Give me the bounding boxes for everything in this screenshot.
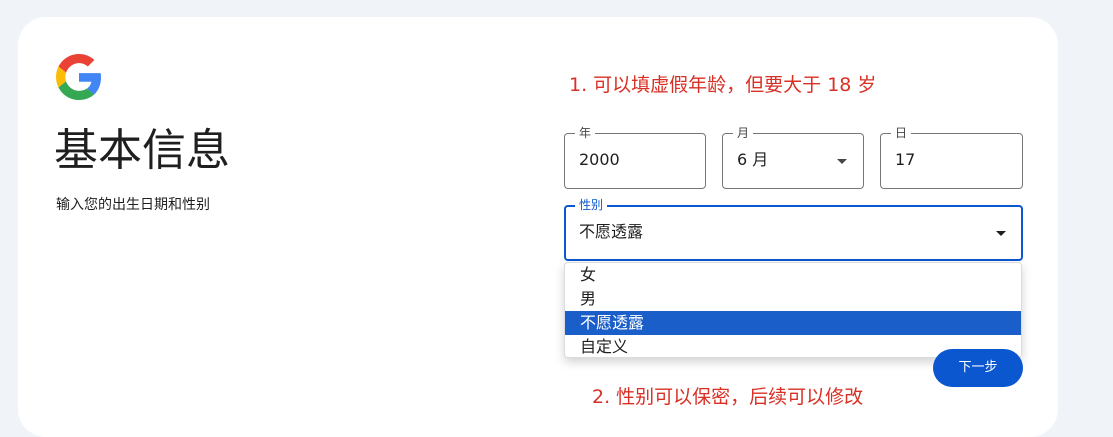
page-subtitle: 输入您的出生日期和性别 <box>56 197 210 213</box>
month-select-value: 6 月 <box>737 150 769 169</box>
gender-dropdown-menu: 女 男 不愿透露 自定义 <box>564 262 1022 358</box>
day-field-value: 17 <box>895 150 916 169</box>
year-field[interactable]: 年 2000 <box>564 125 706 189</box>
month-select-label: 月 <box>733 125 754 141</box>
year-field-label: 年 <box>575 125 596 141</box>
gender-option-male[interactable]: 男 <box>565 287 1021 311</box>
day-field[interactable]: 日 17 <box>880 125 1023 189</box>
gender-select-label: 性别 <box>575 197 608 213</box>
page-title: 基本信息 <box>54 125 230 176</box>
gender-option-female[interactable]: 女 <box>565 263 1021 287</box>
google-logo-icon <box>56 54 102 100</box>
gender-select-value: 不愿透露 <box>579 222 644 241</box>
caret-down-icon <box>837 159 847 164</box>
month-select[interactable]: 月 6 月 <box>722 125 864 189</box>
caret-down-icon <box>996 231 1006 236</box>
gender-option-prefer-not-to-say[interactable]: 不愿透露 <box>565 311 1021 335</box>
annotation-gender-note: 2. 性别可以保密，后续可以修改 <box>592 386 864 408</box>
gender-select[interactable]: 性别 不愿透露 <box>564 197 1023 261</box>
year-field-value: 2000 <box>579 150 620 169</box>
day-field-label: 日 <box>891 125 912 141</box>
annotation-age-note: 1. 可以填虚假年龄，但要大于 18 岁 <box>569 74 877 96</box>
next-button[interactable]: 下一步 <box>933 349 1023 387</box>
